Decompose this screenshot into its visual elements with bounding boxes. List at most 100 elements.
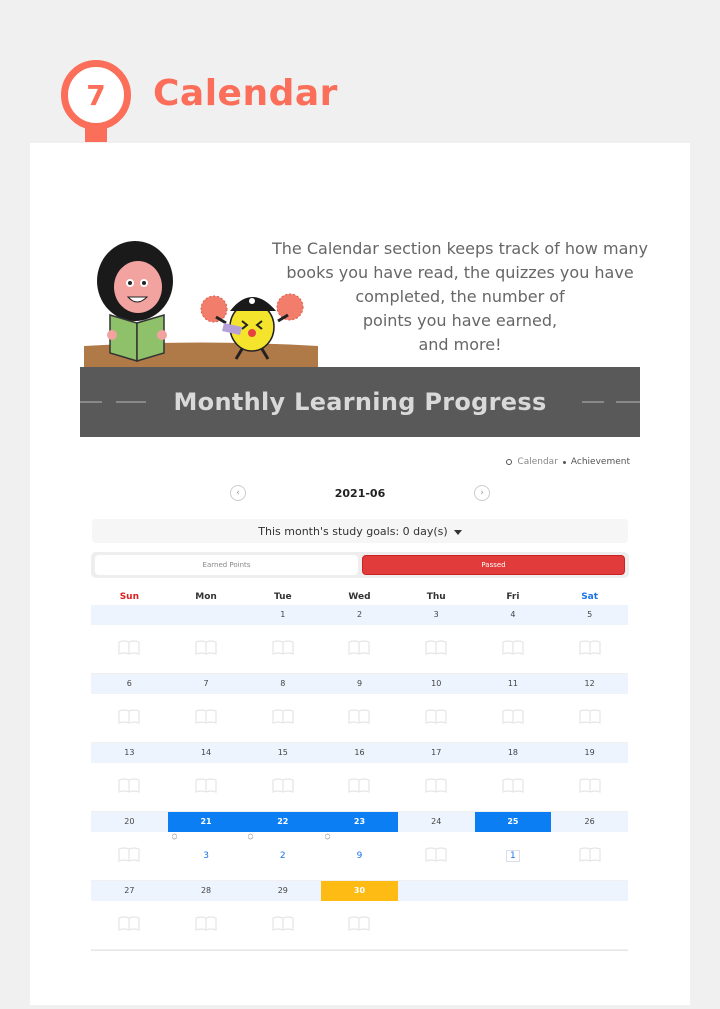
- earned-points-tab[interactable]: Earned Points: [95, 555, 358, 575]
- day-activity-cell[interactable]: [244, 625, 321, 673]
- calendar-date[interactable]: 14: [167, 743, 245, 763]
- month-navigator: ‹ 2021-06 ›: [230, 485, 490, 503]
- day-activity-cell: [398, 901, 475, 949]
- day-activity-cell[interactable]: [91, 694, 168, 742]
- calendar-date[interactable]: 10: [397, 674, 475, 694]
- day-activity-cell[interactable]: [551, 763, 628, 811]
- day-activity-cell[interactable]: [321, 625, 398, 673]
- book-icon: [195, 915, 217, 935]
- day-activity-cell[interactable]: [244, 694, 321, 742]
- weekday-sun: Sun: [119, 592, 139, 602]
- day-activity-cell[interactable]: [475, 763, 552, 811]
- section-title: Calendar: [153, 73, 338, 114]
- book-icon: [502, 639, 524, 659]
- book-icon: [425, 846, 447, 866]
- book-icon: [118, 846, 140, 866]
- day-activity-cell[interactable]: [551, 625, 628, 673]
- day-activity-cell[interactable]: [398, 763, 475, 811]
- calendar-date[interactable]: 5: [551, 605, 628, 625]
- calendar-date[interactable]: 19: [551, 743, 628, 763]
- calendar-date[interactable]: 18: [474, 743, 552, 763]
- day-activity-cell[interactable]: [91, 832, 168, 880]
- day-activity-cell[interactable]: [398, 832, 475, 880]
- calendar-date[interactable]: 2: [321, 605, 398, 625]
- calendar-date[interactable]: 6: [91, 674, 168, 694]
- day-activity-cell[interactable]: [168, 763, 245, 811]
- calendar-date[interactable]: 27: [91, 881, 168, 901]
- date-row: 12345: [91, 605, 628, 625]
- day-activity-cell: [168, 625, 245, 673]
- activity-row: [91, 763, 628, 812]
- calendar-bottom-border: [91, 950, 628, 951]
- day-activity-cell[interactable]: [321, 763, 398, 811]
- calendar-date[interactable]: 9: [321, 674, 398, 694]
- calendar-date-empty: [397, 881, 475, 901]
- calendar-date[interactable]: 28: [167, 881, 245, 901]
- calendar-date[interactable]: 20: [91, 812, 168, 832]
- book-icon: [195, 639, 217, 659]
- day-activity-cell[interactable]: 1: [475, 832, 552, 880]
- breadcrumb-achievement[interactable]: Achievement: [571, 457, 630, 467]
- calendar-date[interactable]: 17: [397, 743, 475, 763]
- calendar-date[interactable]: 3: [397, 605, 475, 625]
- book-icon: [348, 639, 371, 659]
- calendar-date[interactable]: 23: [321, 812, 398, 832]
- calendar-date[interactable]: 16: [321, 743, 398, 763]
- weekday-wed: Wed: [348, 592, 371, 602]
- weekday-header: Sun Mon Tue Wed Thu Fri Sat: [91, 589, 628, 605]
- date-row: 13 14 15 16 17 18 19: [91, 743, 628, 763]
- day-activity-cell[interactable]: [551, 694, 628, 742]
- view-toggle: Earned Points Passed: [91, 552, 629, 578]
- calendar-date[interactable]: 15: [244, 743, 322, 763]
- book-icon: [272, 708, 294, 728]
- book-icon: [348, 915, 371, 935]
- day-activity-cell[interactable]: 2: [244, 832, 321, 880]
- day-activity-cell[interactable]: [321, 901, 398, 949]
- calendar-date[interactable]: 13: [91, 743, 168, 763]
- breadcrumb: Calendar Achievement: [506, 457, 630, 467]
- book-icon: [579, 708, 601, 728]
- intro-line: books you have read, the quizzes you hav…: [286, 263, 634, 282]
- study-goal-dropdown[interactable]: This month's study goals: 0 day(s): [92, 519, 628, 543]
- day-activity-cell[interactable]: [91, 763, 168, 811]
- intro-line: points you have earned,: [362, 311, 558, 330]
- calendar-date[interactable]: 8: [244, 674, 322, 694]
- calendar-date[interactable]: 30: [321, 881, 398, 901]
- day-activity-cell[interactable]: [168, 901, 245, 949]
- day-activity-cell[interactable]: [475, 694, 552, 742]
- weekday-fri: Fri: [506, 592, 520, 602]
- calendar-date[interactable]: 21: [167, 812, 245, 832]
- day-activity-cell[interactable]: [551, 832, 628, 880]
- calendar-date[interactable]: 26: [551, 812, 628, 832]
- day-activity-cell[interactable]: [91, 901, 168, 949]
- day-activity-cell[interactable]: [321, 694, 398, 742]
- calendar-date[interactable]: 25: [474, 812, 552, 832]
- book-icon: [579, 846, 601, 866]
- day-activity-cell[interactable]: 9: [321, 832, 398, 880]
- calendar-weeks: 1 2 3 4 5 6 7 8 9 10 11 12 13 14 15 16 17 18 19 20 21 22 23 24 2…: [91, 605, 628, 950]
- calendar-date[interactable]: 29: [244, 881, 322, 901]
- next-month-button[interactable]: ›: [474, 485, 490, 501]
- calendar-date[interactable]: 1: [244, 605, 322, 625]
- day-activity-cell[interactable]: [475, 625, 552, 673]
- day-activity-cell[interactable]: [398, 694, 475, 742]
- breadcrumb-calendar[interactable]: Calendar: [517, 457, 557, 467]
- calendar-date[interactable]: 12: [551, 674, 628, 694]
- calendar-date[interactable]: 22: [244, 812, 322, 832]
- day-activity-cell[interactable]: [168, 694, 245, 742]
- calendar-week: 12345: [91, 605, 628, 674]
- day-activity-cell[interactable]: [244, 763, 321, 811]
- passed-count: 2: [279, 851, 286, 861]
- intro-line: and more!: [418, 335, 502, 354]
- day-activity-cell[interactable]: [244, 901, 321, 949]
- calendar-date[interactable]: 4: [474, 605, 552, 625]
- day-activity-cell[interactable]: [398, 625, 475, 673]
- calendar-date[interactable]: 11: [474, 674, 552, 694]
- day-activity-cell[interactable]: 3: [168, 832, 245, 880]
- calendar-date[interactable]: 24: [397, 812, 475, 832]
- book-icon: [272, 777, 294, 797]
- banner-dash: [582, 401, 604, 403]
- calendar-date[interactable]: 7: [167, 674, 245, 694]
- passed-tab[interactable]: Passed: [362, 555, 625, 575]
- bullet-icon: [562, 460, 566, 464]
